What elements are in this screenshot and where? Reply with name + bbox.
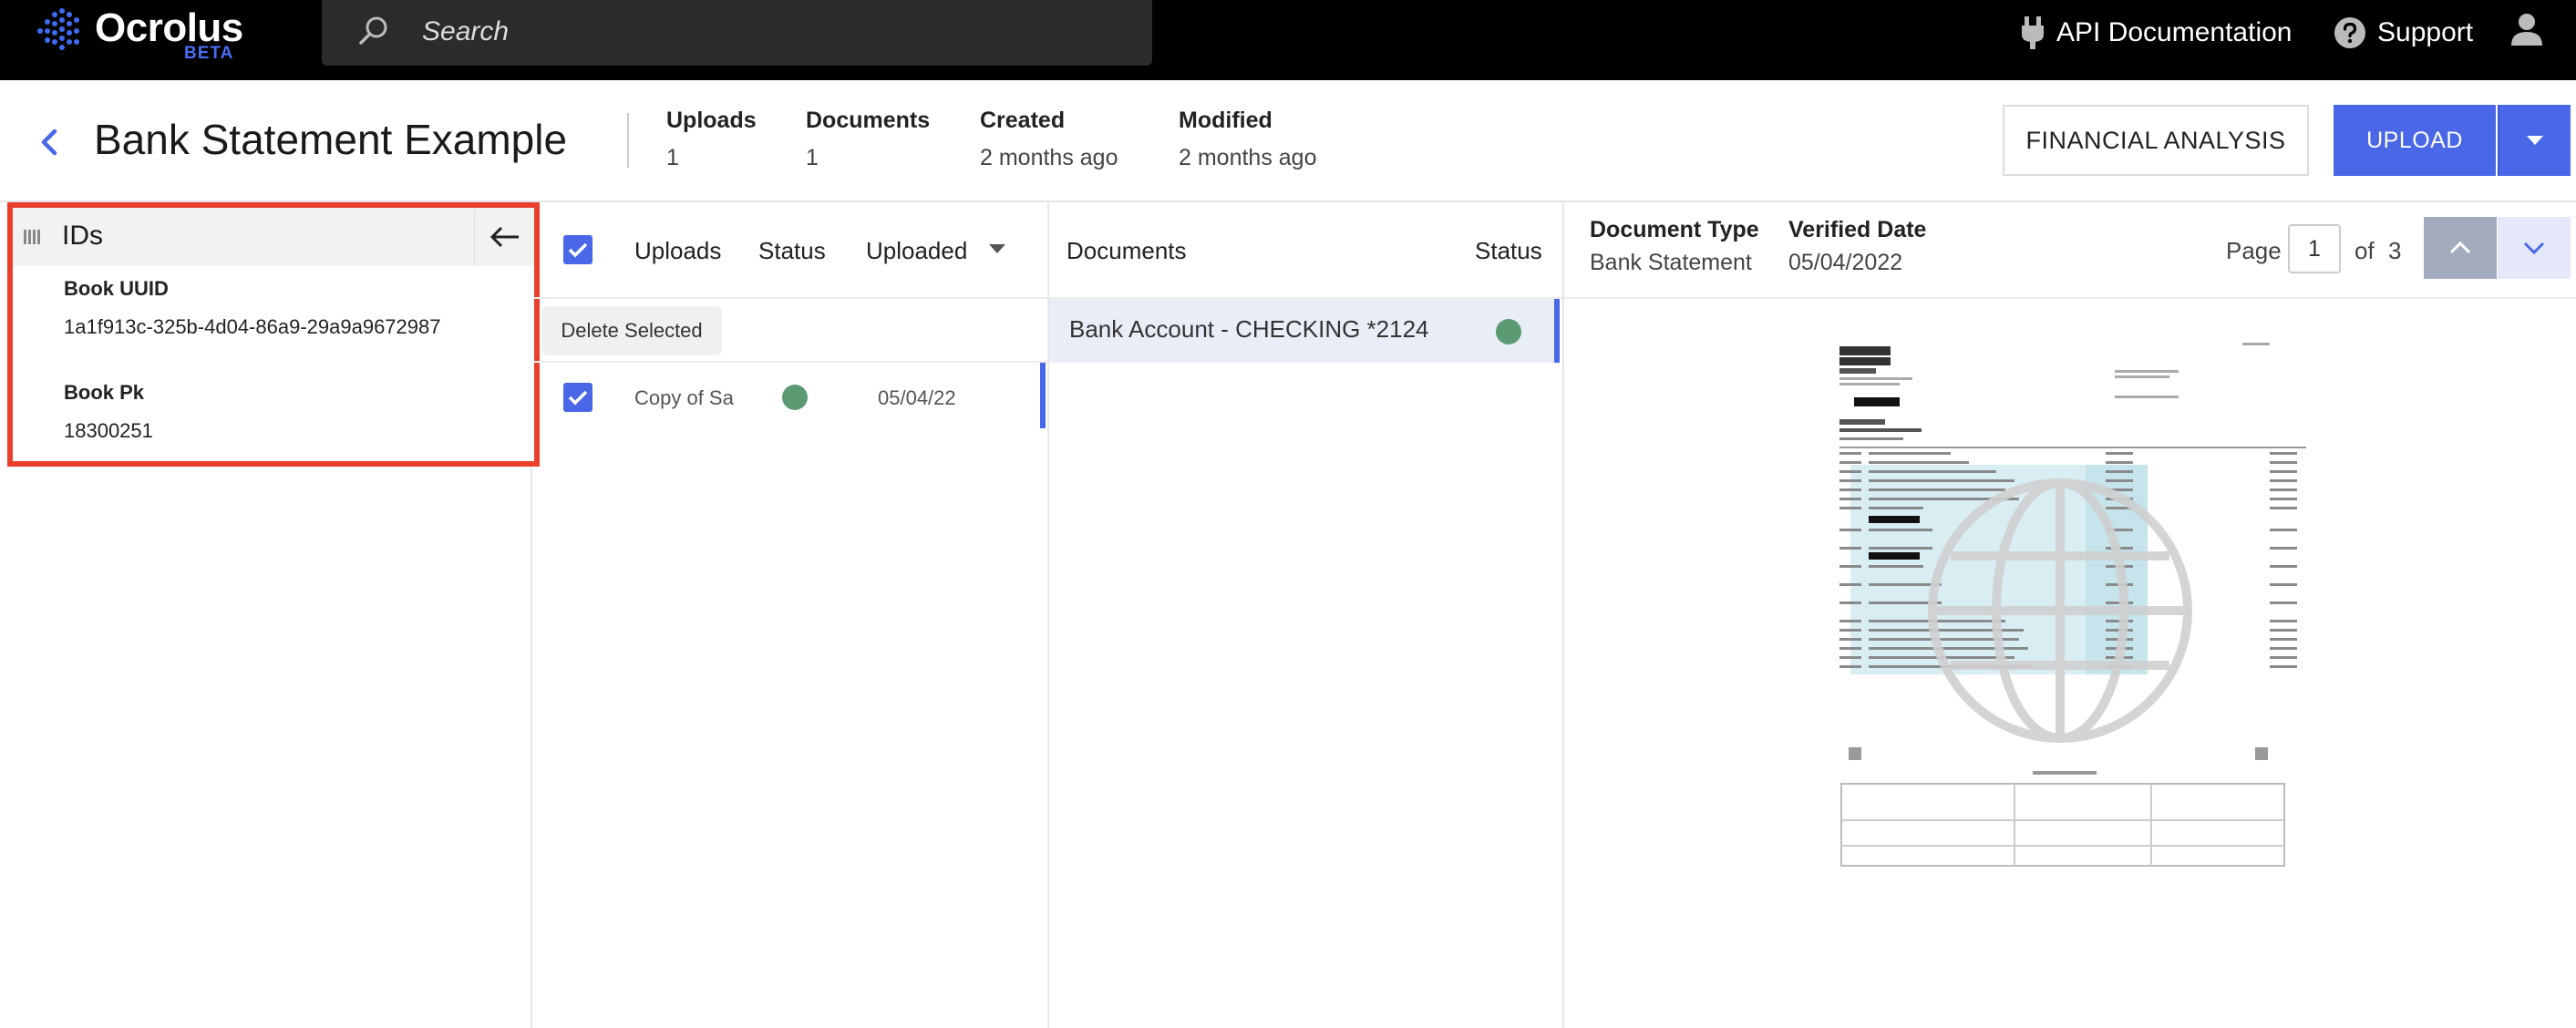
meta-created: Created 2 months ago: [980, 108, 1118, 171]
page-of-label: of: [2354, 237, 2375, 264]
search-box[interactable]: [322, 0, 1152, 66]
meta-documents-value: 1: [806, 145, 819, 170]
verified-date-value: 05/04/2022: [1788, 250, 1903, 275]
top-nav-bar: Ocrolus BETA API Documentation Support: [0, 0, 2576, 80]
book-pk-value: 18300251: [64, 419, 153, 442]
page-number-input[interactable]: [2288, 224, 2341, 273]
financial-analysis-button[interactable]: FINANCIAL ANALYSIS: [2003, 105, 2309, 176]
caret-down-icon: [2527, 136, 2543, 145]
ids-panel: IDs Book UUID 1a1f913c-325b-4d04-86a9-29…: [7, 202, 540, 467]
book-uuid-value: 1a1f913c-325b-4d04-86a9-29a9a9672987: [64, 315, 441, 338]
previous-page-button[interactable]: [2424, 217, 2497, 279]
page-label: Page: [2226, 237, 2282, 264]
meta-uploads-value: 1: [666, 145, 679, 170]
documents-column-header: Documents: [1066, 237, 1187, 264]
meta-modified: Modified 2 months ago: [1179, 108, 1317, 171]
ids-panel-header: IDs: [13, 208, 534, 266]
checkmark-icon: [568, 242, 588, 258]
upload-dropdown-button[interactable]: [2498, 105, 2571, 176]
upload-row-name[interactable]: Copy of Sa: [634, 386, 742, 410]
document-page-preview[interactable]: [1832, 337, 2306, 875]
api-documentation-label: API Documentation: [2056, 17, 2293, 47]
header-divider: [627, 113, 629, 168]
arrow-left-icon: [489, 226, 519, 248]
document-row-name: Bank Account - CHECKING *2124: [1069, 315, 1429, 343]
document-row-selected-indicator: [1554, 299, 1560, 363]
ids-panel-title: IDs: [62, 221, 103, 251]
back-arrow-icon[interactable]: [36, 124, 64, 160]
help-icon: [2334, 17, 2365, 48]
support-label: Support: [2377, 17, 2474, 47]
next-page-button[interactable]: [2498, 217, 2571, 279]
api-documentation-link[interactable]: API Documentation: [2020, 9, 2292, 57]
collapse-panel-button[interactable]: [474, 210, 534, 264]
chevron-down-icon: [2523, 242, 2545, 255]
meta-documents-label: Documents: [806, 108, 931, 133]
verified-date-label: Verified Date: [1788, 217, 1927, 242]
logo-dots-icon: [37, 8, 79, 50]
uploads-row-divider: [532, 361, 1047, 363]
meta-modified-label: Modified: [1179, 108, 1273, 133]
uploads-header-divider: [532, 297, 1047, 299]
status-column-header[interactable]: Status: [758, 237, 826, 265]
chevron-up-icon: [2449, 241, 2471, 254]
search-icon: [359, 16, 387, 45]
uploads-column-header[interactable]: Uploads: [634, 237, 721, 265]
meta-modified-value: 2 months ago: [1179, 145, 1317, 170]
plug-icon: [2022, 16, 2044, 49]
page-total: 3: [2388, 237, 2402, 264]
checkmark-icon: [568, 390, 588, 406]
ids-column-divider: [531, 467, 532, 1028]
book-pk-label: Book Pk: [64, 381, 145, 404]
meta-documents: Documents 1: [806, 108, 930, 171]
upload-row-checkbox[interactable]: [563, 383, 592, 412]
documents-column-divider: [1562, 202, 1564, 1028]
documents-status-header: Status: [1475, 237, 1542, 264]
viewer-header-divider: [1564, 297, 2576, 299]
search-input[interactable]: [422, 11, 1115, 53]
upload-row-date: 05/04/22: [878, 386, 956, 409]
book-uuid-label: Book UUID: [64, 277, 169, 300]
delete-selected-button[interactable]: Delete Selected: [541, 306, 722, 355]
meta-created-label: Created: [980, 108, 1066, 133]
page-title: Bank Statement Example: [94, 116, 568, 163]
meta-uploads-label: Uploads: [666, 108, 757, 133]
meta-uploads: Uploads 1: [666, 108, 757, 171]
beta-badge: BETA: [184, 44, 234, 63]
grip-icon: [24, 230, 40, 244]
meta-created-value: 2 months ago: [980, 145, 1118, 170]
uploaded-column-header[interactable]: Uploaded: [866, 237, 967, 265]
select-all-checkbox[interactable]: [563, 235, 592, 264]
user-account-icon[interactable]: [2509, 11, 2545, 47]
document-status-indicator: [1496, 319, 1521, 344]
upload-button[interactable]: UPLOAD: [2334, 105, 2496, 176]
document-type-label: Document Type: [1590, 217, 1759, 242]
support-link[interactable]: Support: [2334, 9, 2473, 57]
upload-row-selected-indicator: [1040, 363, 1046, 428]
document-type-value: Bank Statement: [1590, 250, 1752, 275]
upload-status-indicator: [782, 385, 808, 410]
sort-caret-icon[interactable]: [987, 242, 1007, 255]
document-row[interactable]: Bank Account - CHECKING *2124: [1049, 299, 1560, 363]
